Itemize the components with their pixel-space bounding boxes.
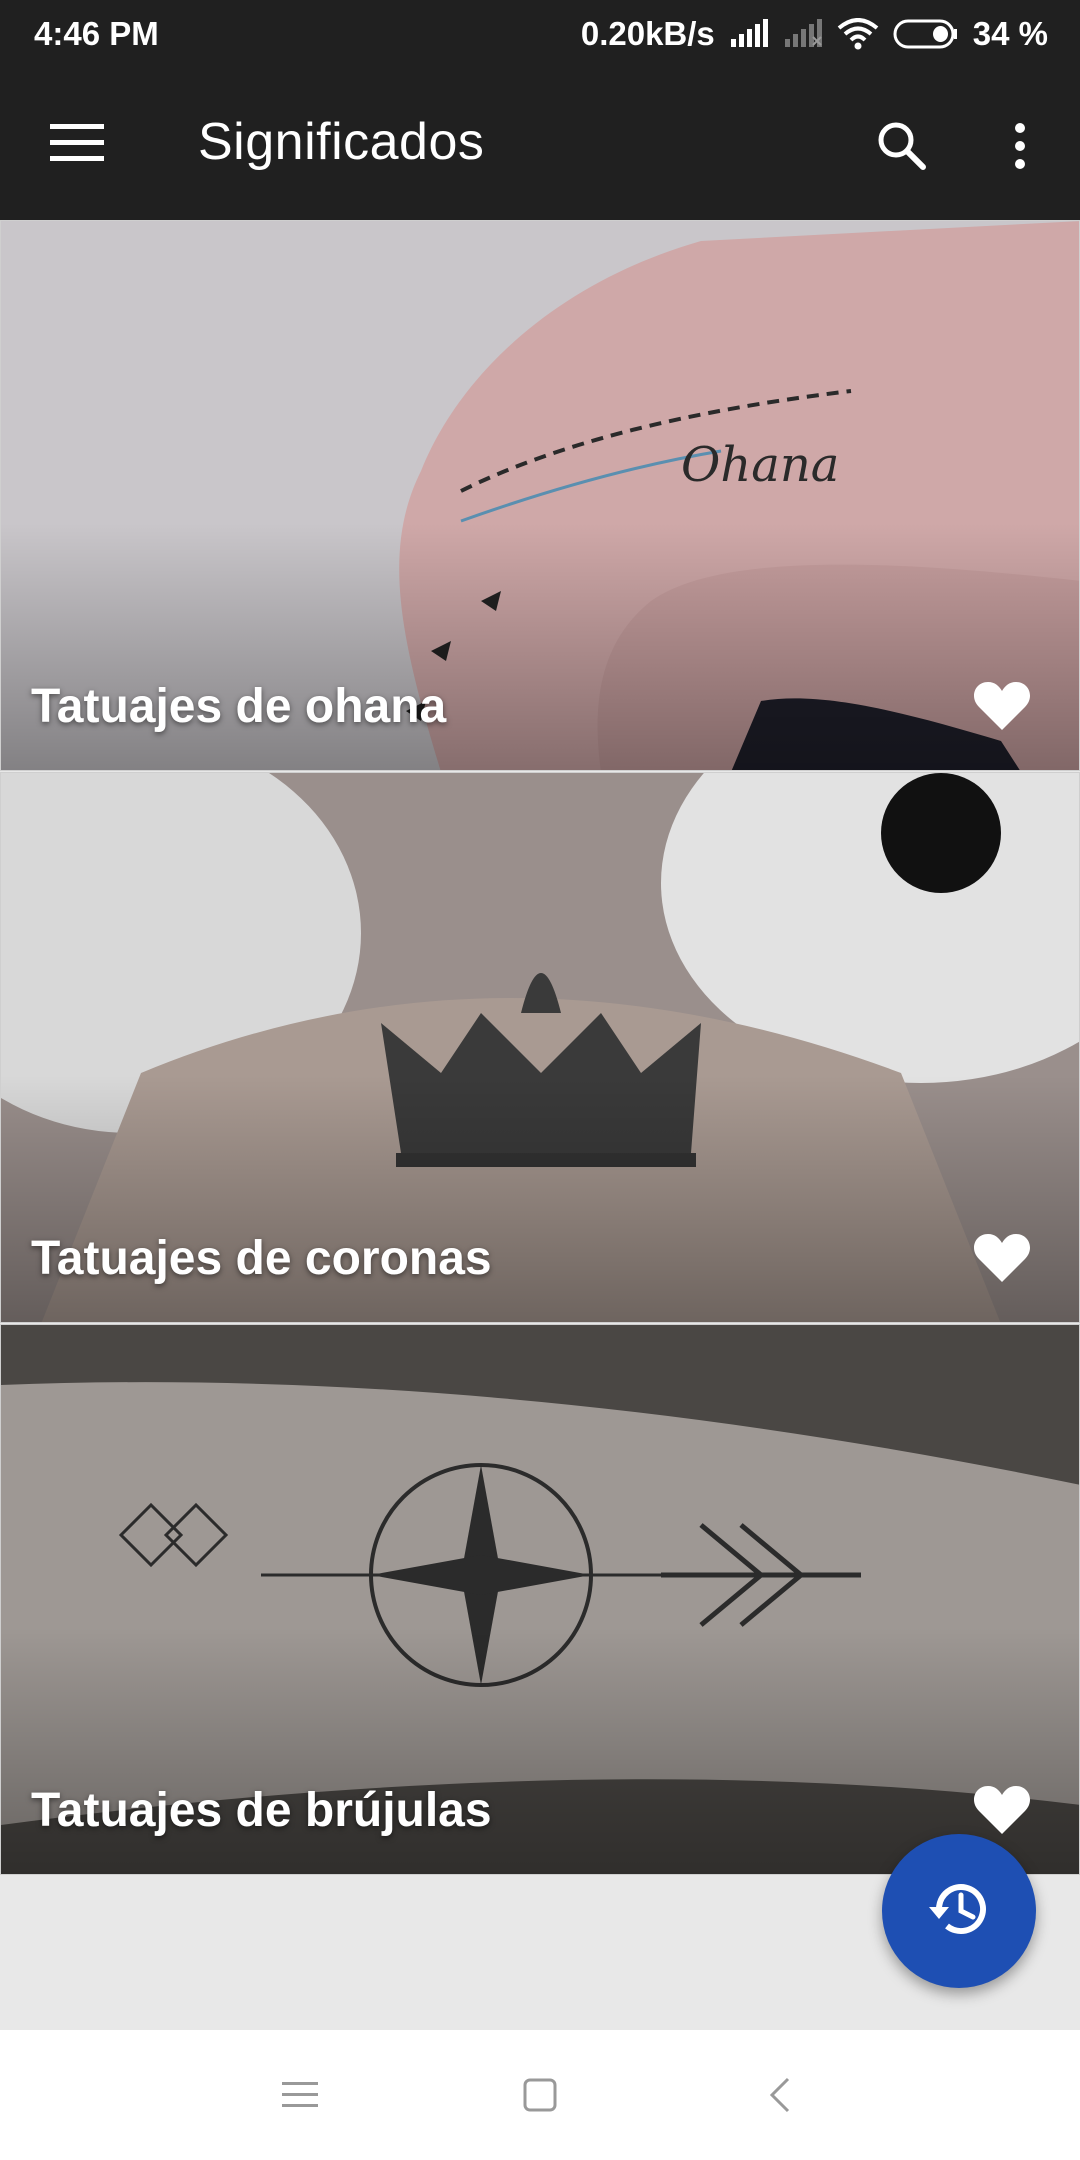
search-icon[interactable] (870, 114, 934, 178)
battery-level: 34 % (972, 15, 1048, 52)
status-icons: 0.20kB/s 34 % (581, 15, 1048, 53)
status-time: 4:46 PM (34, 15, 159, 52)
category-card[interactable]: Tatuajes de brújulas (0, 1324, 1080, 1875)
back-icon[interactable] (740, 2055, 820, 2135)
system-nav-bar (0, 2030, 1080, 2160)
battery-icon (893, 18, 959, 50)
more-vert-icon[interactable] (1000, 114, 1040, 178)
menu-icon[interactable] (46, 118, 108, 168)
card-title: Tatuajes de ohana (31, 680, 447, 733)
recents-icon[interactable] (260, 2055, 340, 2135)
signal-weak-icon (783, 19, 823, 49)
wifi-icon (837, 18, 879, 50)
history-button[interactable] (882, 1834, 1036, 1988)
category-card[interactable]: Ohana Tatuajes de ohana (0, 220, 1080, 771)
heart-icon[interactable] (971, 1230, 1033, 1286)
app-title: Significados (198, 113, 485, 171)
home-icon[interactable] (500, 2055, 580, 2135)
card-title: Tatuajes de brújulas (31, 1784, 492, 1837)
history-icon (927, 1877, 991, 1946)
card-title: Tatuajes de coronas (31, 1232, 492, 1285)
heart-icon[interactable] (971, 1782, 1033, 1838)
status-bar: 4:46 PM 0.20kB/s 34 % (0, 0, 1080, 68)
net-speed: 0.20kB/s (580, 15, 715, 52)
signal-icon (729, 19, 769, 49)
category-list: Ohana Tatuajes de ohana Tatuajes de coro… (0, 220, 1080, 1876)
app-bar: Significados (0, 68, 1080, 220)
heart-icon[interactable] (971, 678, 1033, 734)
category-card[interactable]: Tatuajes de coronas (0, 772, 1080, 1323)
